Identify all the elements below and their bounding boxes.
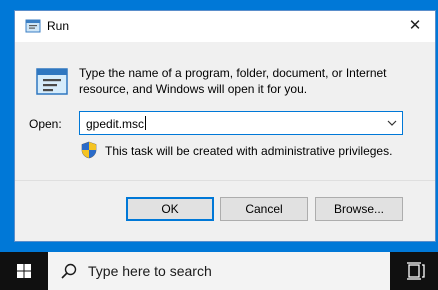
open-combobox[interactable]: gpedit.msc	[79, 111, 403, 135]
close-button[interactable]: ✕	[395, 11, 435, 42]
search-placeholder: Type here to search	[88, 263, 212, 279]
search-icon	[61, 263, 77, 279]
cancel-button[interactable]: Cancel	[220, 197, 308, 221]
window-title: Run	[47, 19, 70, 33]
run-description: Type the name of a program, folder, docu…	[79, 66, 387, 96]
browse-button[interactable]: Browse...	[315, 197, 403, 221]
admin-privileges-note: This task will be created with administr…	[105, 144, 393, 158]
task-view-icon[interactable]	[398, 252, 434, 290]
run-app-icon	[36, 68, 68, 95]
taskbar: Type here to search	[0, 252, 438, 290]
text-cursor	[145, 116, 147, 130]
taskbar-search-box[interactable]: Type here to search	[48, 252, 390, 290]
uac-shield-icon	[81, 141, 97, 159]
ok-button[interactable]: OK	[126, 197, 214, 221]
chevron-down-icon[interactable]	[382, 112, 402, 134]
open-input-text: gpedit.msc	[86, 117, 145, 131]
open-input[interactable]: gpedit.msc	[86, 116, 147, 131]
run-app-icon	[25, 19, 41, 33]
close-icon: ✕	[408, 17, 422, 34]
open-label: Open:	[29, 117, 62, 131]
run-dialog: Run ✕ Type the name of a program, folder…	[14, 10, 436, 242]
title-bar[interactable]: Run ✕	[15, 11, 435, 42]
windows-start-icon[interactable]	[0, 252, 48, 290]
